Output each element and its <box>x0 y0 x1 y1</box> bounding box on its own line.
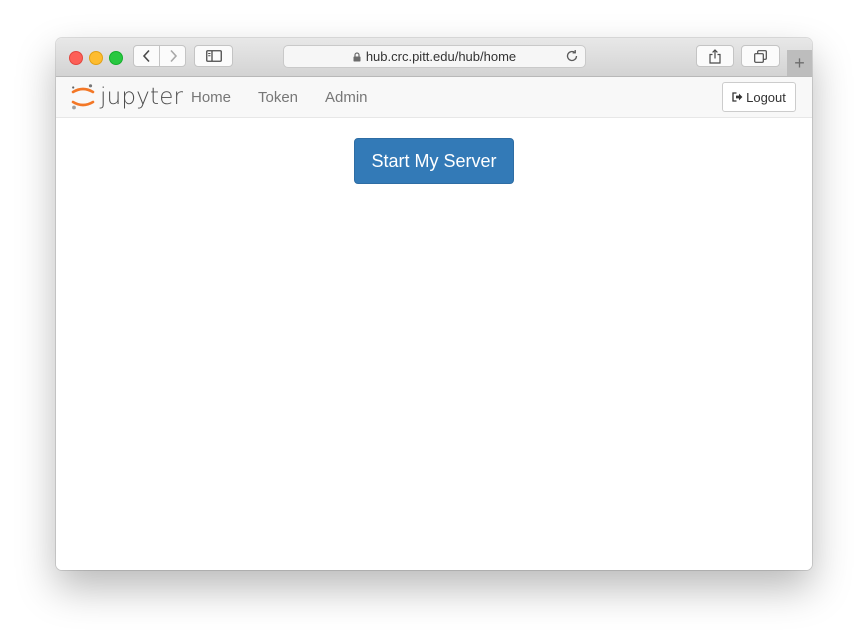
nav-link-admin[interactable]: Admin <box>325 89 368 106</box>
tabs-icon <box>754 49 767 63</box>
back-button[interactable] <box>134 46 159 66</box>
sidebar-icon <box>205 50 222 62</box>
chevron-right-icon <box>169 49 177 63</box>
plus-icon: + <box>794 53 805 73</box>
maximize-window-button[interactable] <box>109 51 123 65</box>
jupyter-brand[interactable]: jupyter <box>70 82 183 112</box>
jupyter-logo-icon <box>71 84 95 110</box>
address-bar[interactable]: hub.crc.pitt.edu/hub/home <box>283 45 586 68</box>
url-text: hub.crc.pitt.edu/hub/home <box>365 49 517 64</box>
share-icon <box>709 48 721 64</box>
start-server-button[interactable]: Start My Server <box>354 138 514 184</box>
tab-overview-button[interactable] <box>741 45 780 67</box>
new-tab-button[interactable]: + <box>787 50 812 76</box>
nav-link-home[interactable]: Home <box>191 89 231 106</box>
logout-button[interactable]: Logout <box>722 82 796 112</box>
page-content: Start My Server <box>56 118 812 570</box>
minimize-window-button[interactable] <box>89 51 103 65</box>
nav-link-token[interactable]: Token <box>258 89 298 106</box>
jupyterhub-navbar: jupyter Home Token Admin Logout <box>56 77 812 118</box>
chevron-left-icon <box>142 49 150 63</box>
history-nav-group <box>133 45 186 67</box>
logout-label: Logout <box>746 89 786 105</box>
browser-window: hub.crc.pitt.edu/hub/home + jupyter Home… <box>56 38 812 570</box>
close-window-button[interactable] <box>69 51 83 65</box>
forward-button[interactable] <box>159 46 185 66</box>
browser-toolbar: hub.crc.pitt.edu/hub/home + <box>56 38 812 77</box>
sidebar-toggle-button[interactable] <box>194 45 233 67</box>
lock-icon <box>353 51 361 62</box>
sign-out-icon <box>732 92 743 102</box>
reload-icon[interactable] <box>565 49 579 63</box>
brand-text: jupyter <box>100 84 184 110</box>
share-button[interactable] <box>696 45 734 67</box>
